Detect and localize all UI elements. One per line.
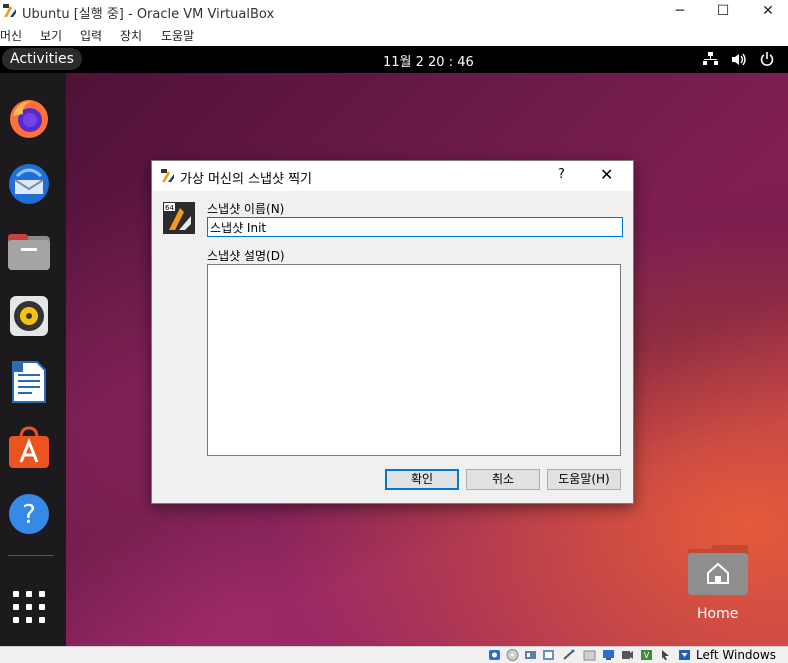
close-window-button[interactable]: ✕: [745, 0, 788, 22]
activities-button[interactable]: Activities: [2, 48, 82, 70]
snapshot-description-label: 스냅샷 설명(D): [207, 249, 285, 263]
mouse-integration-icon[interactable]: [659, 649, 672, 661]
host-key-label: Left Windows: [696, 648, 776, 662]
svg-text:?: ?: [22, 500, 36, 530]
dock-separator: [8, 555, 54, 556]
snapshot-icon: 64: [163, 202, 195, 234]
dialog-titlebar: 가상 머신의 스냅샷 찍기 ? ✕: [152, 161, 633, 191]
host-statusbar: V Left Windows: [0, 646, 788, 663]
svg-text:V: V: [644, 651, 650, 660]
host-window-title: Ubuntu [실행 중] - Oracle VM VirtualBox: [22, 7, 275, 22]
snapshot-description-textarea[interactable]: [207, 264, 621, 456]
virtualbox-app-icon: [2, 3, 18, 19]
recording-icon[interactable]: [621, 649, 634, 661]
help-icon[interactable]: ?: [7, 492, 51, 536]
app-grid-icon[interactable]: [7, 585, 51, 629]
host-window-titlebar: Ubuntu [실행 중] - Oracle VM VirtualBox ─ ☐…: [0, 0, 788, 22]
hard-disk-icon[interactable]: [488, 649, 501, 661]
menu-view[interactable]: 보기: [40, 27, 62, 44]
help-button[interactable]: 도움말(H): [547, 469, 621, 490]
gnome-top-bar: Activities 11월 2 20 : 46: [0, 46, 788, 73]
ubuntu-dock: ?: [0, 73, 66, 646]
thunderbird-icon[interactable]: [7, 162, 51, 206]
files-icon[interactable]: [7, 228, 51, 272]
display-icon[interactable]: [602, 649, 615, 661]
minimize-button[interactable]: ─: [657, 0, 703, 22]
menu-help[interactable]: 도움말: [161, 27, 194, 44]
home-folder-label: Home: [697, 606, 739, 622]
take-snapshot-dialog: 가상 머신의 스냅샷 찍기 ? ✕ 64 스냅샷 이름(N) 스냅샷 설명(D)…: [151, 160, 634, 504]
maximize-button[interactable]: ☐: [700, 0, 746, 22]
usb-icon[interactable]: [562, 649, 575, 661]
dialog-title: 가상 머신의 스냅샷 찍기: [180, 172, 312, 187]
dialog-close-button[interactable]: ✕: [600, 165, 613, 184]
menu-devices[interactable]: 장치: [120, 27, 142, 44]
menu-input[interactable]: 입력: [80, 27, 102, 44]
home-folder-icon[interactable]: [686, 543, 750, 597]
optical-drive-icon[interactable]: [506, 649, 519, 661]
virtualbox-dialog-icon: [160, 168, 176, 184]
volume-icon[interactable]: [731, 53, 747, 66]
svg-text:64: 64: [165, 204, 174, 212]
network-icon[interactable]: [702, 52, 718, 66]
virtualization-icon[interactable]: V: [640, 649, 653, 661]
clock[interactable]: 11월 2 20 : 46: [383, 51, 474, 70]
cancel-button[interactable]: 취소: [466, 469, 540, 490]
audio-icon[interactable]: [524, 649, 537, 661]
libreoffice-writer-icon[interactable]: [7, 360, 51, 404]
firefox-icon[interactable]: [7, 96, 51, 140]
network-adapter-icon[interactable]: [542, 649, 555, 661]
host-menubar: 머신 보기 입력 장치 도움말: [0, 22, 788, 46]
rhythmbox-icon[interactable]: [7, 294, 51, 338]
ok-button[interactable]: 확인: [385, 469, 459, 490]
dialog-help-button[interactable]: ?: [558, 167, 565, 182]
snapshot-name-input[interactable]: [207, 217, 623, 237]
power-icon[interactable]: [760, 52, 774, 66]
host-key-arrow-icon[interactable]: [678, 649, 691, 661]
shared-folders-icon[interactable]: [583, 649, 596, 661]
menu-machine[interactable]: 머신: [0, 27, 22, 44]
snapshot-name-label: 스냅샷 이름(N): [207, 202, 285, 216]
ubuntu-software-icon[interactable]: [7, 426, 51, 470]
